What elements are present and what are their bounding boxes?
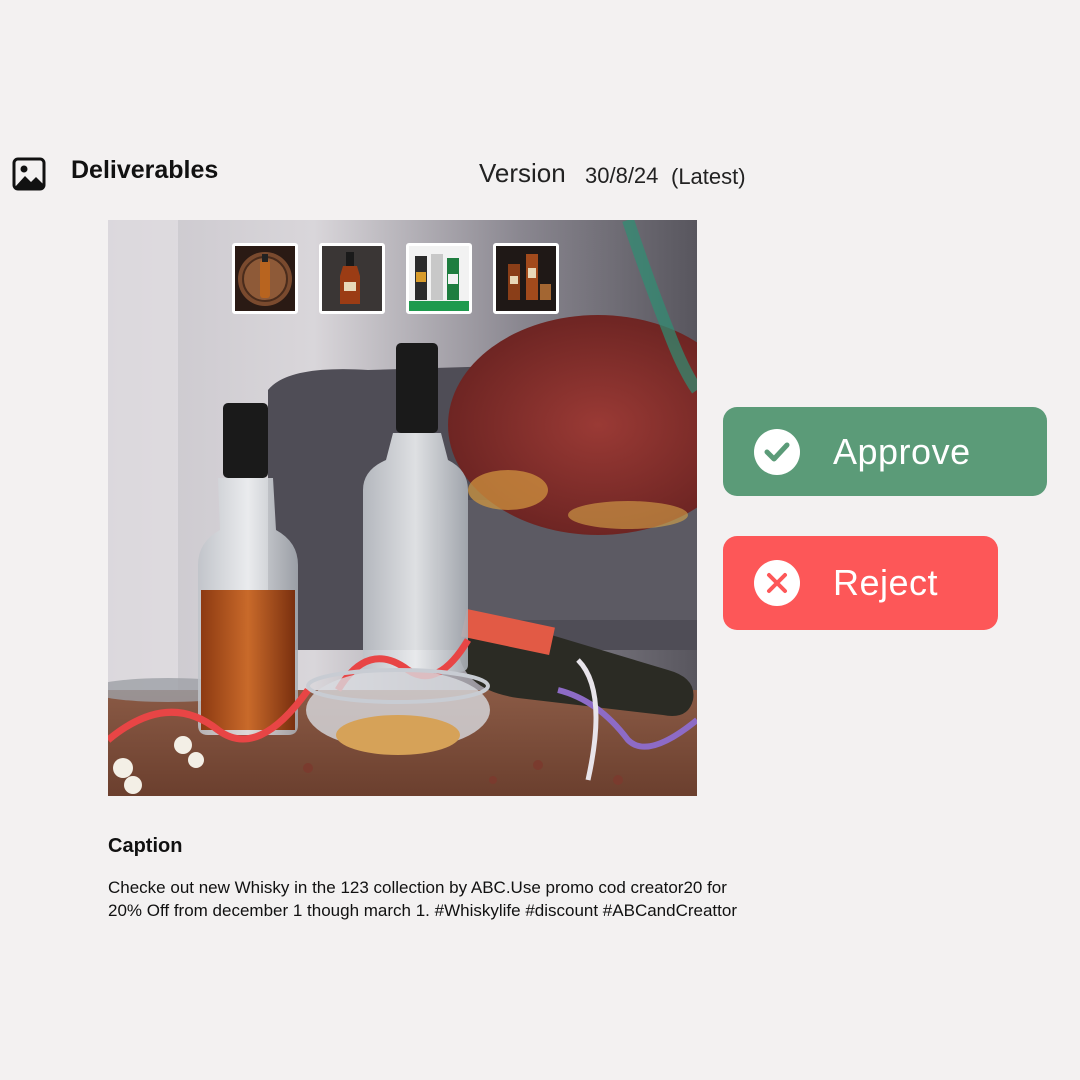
reject-button[interactable]: Reject [723,536,998,630]
caption-title: Caption [108,835,183,857]
image-icon [12,157,46,191]
whisky-barrel-thumbnail[interactable] [232,243,298,314]
x-circle-icon [754,560,800,606]
version-label: Version [479,158,566,188]
whisky-bottles-glass-thumbnail[interactable] [493,243,559,314]
deliverable-preview-image [108,220,697,796]
approve-button-label: Approve [833,430,971,472]
caption-text: Checke out new Whisky in the 123 collect… [108,878,737,920]
version-date[interactable]: 30/8/24 [585,163,658,189]
check-circle-icon [754,428,800,475]
reject-button-label: Reject [833,562,939,603]
version-latest-tag: (Latest) [671,164,746,189]
approve-button[interactable]: Approve [723,407,1047,496]
page-title: Deliverables [71,156,219,184]
whisky-bottle-thumbnail[interactable] [319,243,385,314]
liquor-bottles-thumbnail[interactable] [406,243,472,314]
